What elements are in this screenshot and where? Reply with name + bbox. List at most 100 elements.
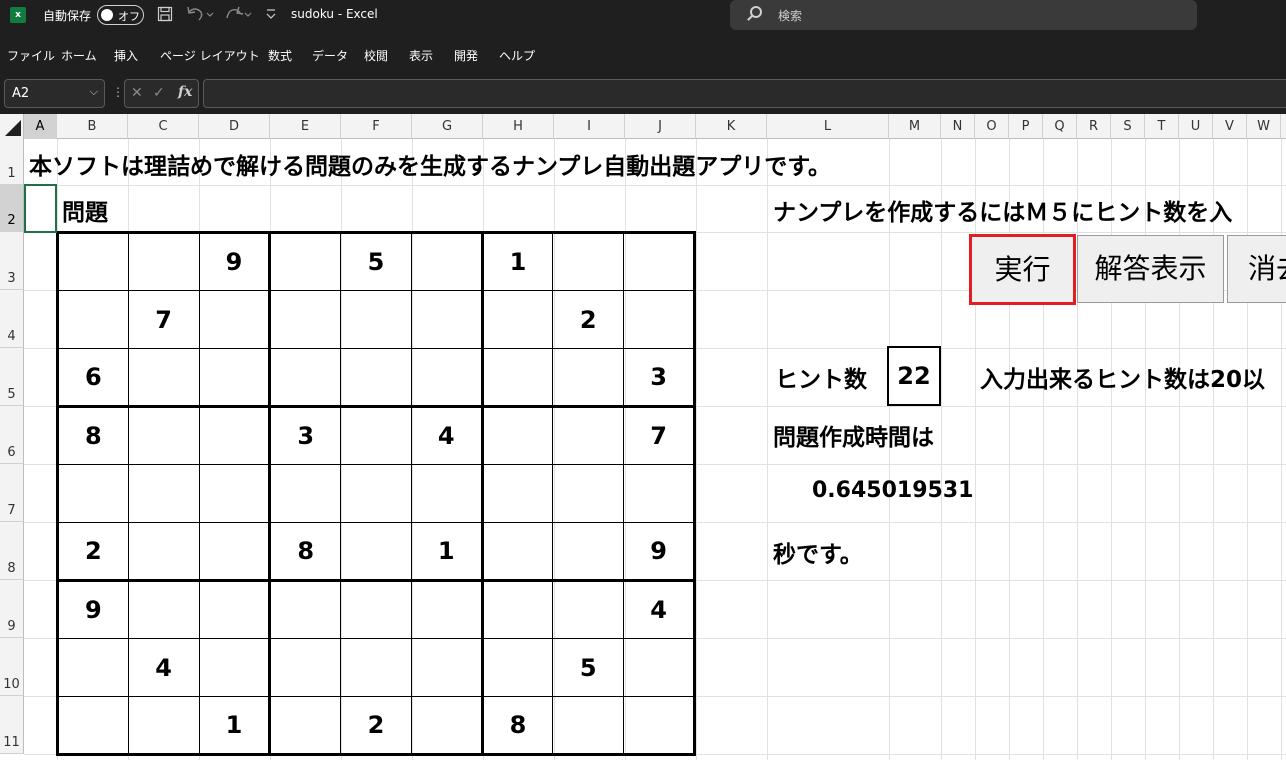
sudoku-cell[interactable] (268, 348, 342, 407)
menu-help[interactable]: ヘルプ (499, 47, 535, 64)
sudoku-cell[interactable] (340, 405, 412, 465)
sudoku-cell[interactable]: 2 (552, 290, 625, 349)
sudoku-cell[interactable] (340, 522, 412, 581)
sudoku-cell[interactable]: 8 (268, 522, 342, 581)
sudoku-cell[interactable] (268, 696, 342, 756)
worksheet[interactable]: A B C D E F G H I J K L M N O P Q R S T … (0, 114, 1286, 760)
sudoku-cell[interactable] (480, 405, 554, 465)
menu-data[interactable]: データ (312, 47, 348, 64)
sudoku-cell[interactable] (198, 290, 271, 349)
clear-button[interactable]: 消去 (1227, 235, 1286, 303)
sudoku-cell[interactable] (56, 231, 129, 291)
customize-toolbar-icon[interactable] (266, 7, 276, 24)
column-header[interactable]: C (128, 114, 199, 139)
name-box[interactable]: A2 ⌵ (4, 79, 105, 108)
formula-input[interactable] (203, 79, 1286, 108)
sudoku-cell[interactable] (127, 464, 200, 523)
more-options-icon[interactable]: ⋮ (112, 85, 124, 99)
sudoku-cell[interactable] (198, 638, 271, 697)
sudoku-cell[interactable]: 7 (127, 290, 200, 349)
menu-review[interactable]: 校閲 (364, 47, 388, 64)
sudoku-cell[interactable] (410, 464, 483, 523)
sudoku-cell[interactable]: 4 (127, 638, 200, 697)
menu-view[interactable]: 表示 (409, 47, 433, 64)
row-header[interactable]: 5 (0, 348, 24, 406)
column-header[interactable]: H (483, 114, 554, 139)
sudoku-cell[interactable] (623, 290, 696, 349)
sudoku-cell[interactable] (552, 464, 625, 523)
sudoku-cell[interactable] (268, 579, 342, 639)
column-header[interactable]: P (1009, 114, 1043, 139)
column-header[interactable]: E (270, 114, 341, 139)
sudoku-cell[interactable] (268, 464, 342, 523)
column-header[interactable]: O (975, 114, 1009, 139)
sudoku-cell[interactable]: 1 (198, 696, 271, 756)
undo-icon[interactable] (185, 4, 215, 28)
sudoku-cell[interactable] (623, 638, 696, 697)
sudoku-cell[interactable]: 9 (56, 579, 129, 639)
sudoku-cell[interactable] (410, 638, 483, 697)
sudoku-cell[interactable] (480, 464, 554, 523)
sudoku-cell[interactable] (127, 579, 200, 639)
sudoku-cell[interactable] (410, 231, 483, 291)
sudoku-cell[interactable] (268, 290, 342, 349)
row-header[interactable]: 7 (0, 464, 24, 522)
run-button[interactable]: 実行 (969, 234, 1076, 305)
sudoku-cell[interactable] (340, 638, 412, 697)
search-box[interactable]: 検索 (730, 0, 1197, 30)
sudoku-cell[interactable] (340, 348, 412, 407)
column-header[interactable]: B (57, 114, 128, 139)
sudoku-cell[interactable] (198, 405, 271, 465)
sudoku-cell[interactable] (552, 579, 625, 639)
redo-icon[interactable] (223, 4, 255, 28)
menu-home[interactable]: ホーム (61, 47, 97, 64)
row-header[interactable]: 1 (0, 139, 24, 185)
hint-count-cell[interactable]: 22 (887, 346, 941, 406)
sudoku-cell[interactable] (480, 638, 554, 697)
sudoku-cell[interactable]: 4 (623, 579, 696, 639)
check-icon[interactable]: ✓ (153, 85, 165, 101)
show-answer-button[interactable]: 解答表示 (1077, 235, 1224, 303)
sudoku-cell[interactable] (623, 464, 696, 523)
sudoku-cell[interactable] (410, 348, 483, 407)
cancel-icon[interactable]: ✕ (131, 85, 143, 101)
sudoku-cell[interactable] (552, 522, 625, 581)
sudoku-cell[interactable] (127, 696, 200, 756)
column-header[interactable]: L (767, 114, 889, 139)
column-header[interactable]: S (1111, 114, 1145, 139)
autosave-toggle[interactable]: オフ (97, 5, 144, 25)
column-header[interactable]: U (1179, 114, 1213, 139)
sudoku-cell[interactable]: 4 (410, 405, 483, 465)
sudoku-cell[interactable] (56, 638, 129, 697)
sudoku-cell[interactable]: 5 (552, 638, 625, 697)
sudoku-cell[interactable]: 3 (623, 348, 696, 407)
sudoku-cell[interactable] (198, 464, 271, 523)
sudoku-cell[interactable]: 5 (340, 231, 412, 291)
sudoku-cell[interactable]: 9 (198, 231, 271, 291)
menu-developer[interactable]: 開発 (454, 47, 478, 64)
column-header[interactable]: D (199, 114, 270, 139)
column-header[interactable]: G (412, 114, 483, 139)
row-header[interactable]: 6 (0, 406, 24, 464)
sudoku-cell[interactable]: 2 (340, 696, 412, 756)
sudoku-cell[interactable]: 6 (56, 348, 129, 407)
sudoku-cell[interactable] (268, 638, 342, 697)
menu-file[interactable]: ファイル (7, 47, 55, 64)
sudoku-cell[interactable]: 9 (623, 522, 696, 581)
sudoku-cell[interactable] (410, 290, 483, 349)
column-header[interactable]: V (1213, 114, 1247, 139)
row-header[interactable]: 8 (0, 522, 24, 580)
sudoku-cell[interactable] (340, 579, 412, 639)
insert-function-icon[interactable]: fx (178, 84, 192, 100)
sudoku-cell[interactable] (623, 231, 696, 291)
menu-formulas[interactable]: 数式 (268, 47, 292, 64)
column-header[interactable]: A (24, 114, 57, 139)
sudoku-cell[interactable]: 1 (480, 231, 554, 291)
row-header[interactable]: 10 (0, 638, 24, 696)
sudoku-cell[interactable] (56, 696, 129, 756)
chevron-down-icon[interactable]: ⌵ (90, 85, 98, 99)
sudoku-cell[interactable] (410, 579, 483, 639)
menu-page-layout[interactable]: ページ レイアウト (160, 47, 260, 64)
sudoku-cell[interactable] (340, 290, 412, 349)
sudoku-cell[interactable] (56, 464, 129, 523)
